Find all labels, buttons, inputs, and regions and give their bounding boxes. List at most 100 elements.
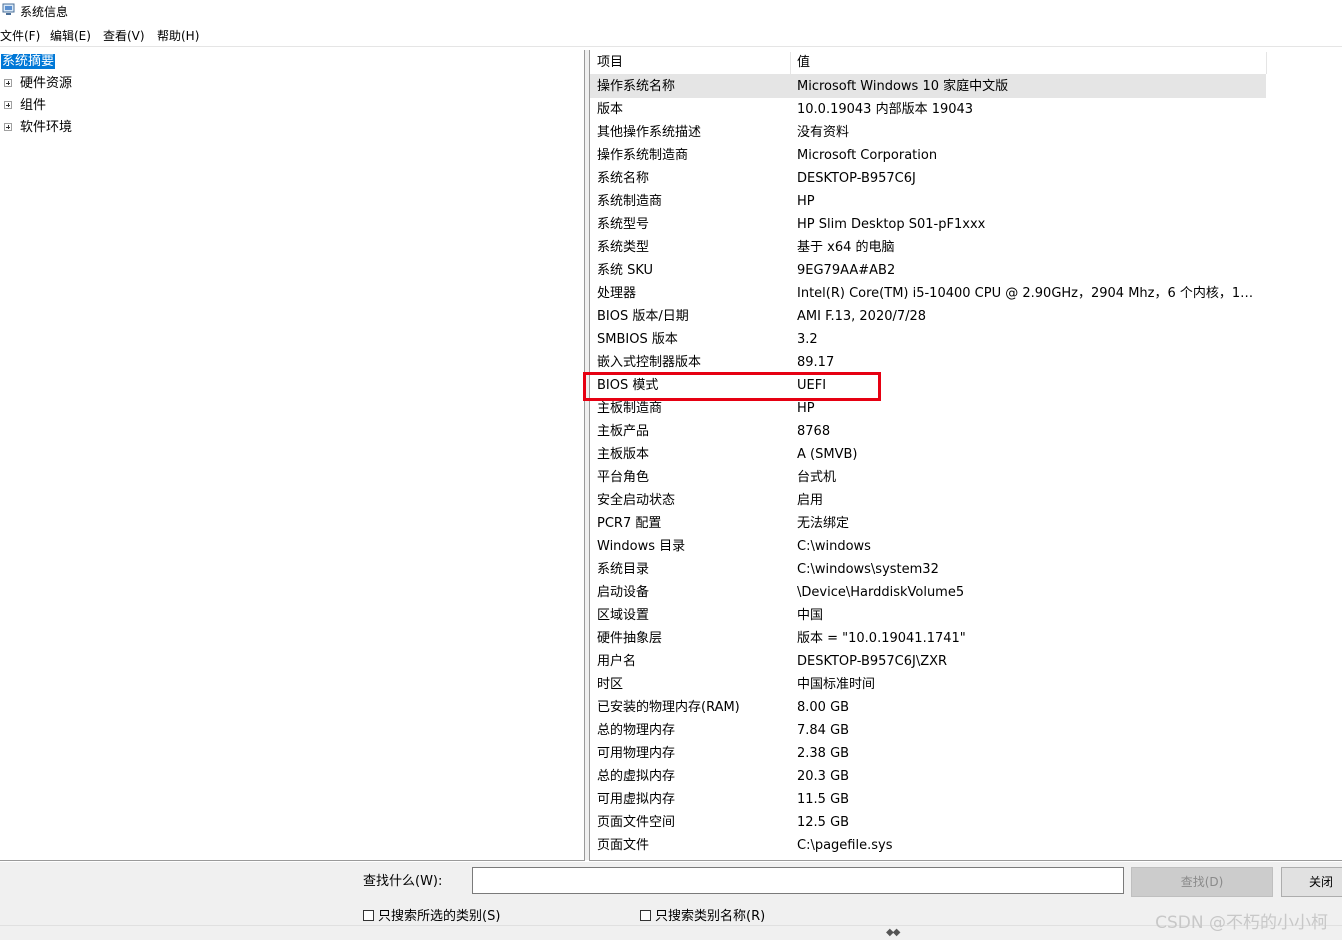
row-item-name: 总的虚拟内存 [597, 769, 676, 784]
menu-divider [0, 46, 1342, 47]
row-item-value: 10.0.19043 内部版本 19043 [797, 102, 974, 117]
table-row[interactable]: PCR7 配置 无法绑定 [590, 512, 1266, 535]
table-row[interactable]: 硬件抽象层 版本 = "10.0.19041.1741" [590, 627, 1266, 650]
search-selected-category-checkbox[interactable]: 只搜索所选的类别(S) [363, 905, 500, 924]
row-item-value: UEFI [797, 378, 827, 393]
table-row[interactable]: 时区 中国标准时间 [590, 673, 1266, 696]
row-item-name: 系统类型 [597, 240, 650, 255]
category-tree[interactable]: 系统摘要 硬件资源 组件 软件环境 [0, 50, 585, 861]
row-item-value: C:\pagefile.sys [797, 838, 893, 853]
tree-item-label: 软件环境 [20, 120, 73, 135]
table-row[interactable]: 启动设备 \Device\HarddiskVolume5 [590, 581, 1266, 604]
row-item-name: Windows 目录 [597, 539, 686, 554]
table-row[interactable]: 可用虚拟内存 11.5 GB [590, 788, 1266, 811]
table-row[interactable]: BIOS 版本/日期 AMI F.13, 2020/7/28 [590, 305, 1266, 328]
row-item-value: 中国标准时间 [797, 677, 876, 692]
row-item-value: C:\windows\system32 [797, 562, 939, 577]
row-item-name: 操作系统名称 [597, 79, 676, 94]
table-row[interactable]: 系统目录 C:\windows\system32 [590, 558, 1266, 581]
row-item-name: 主板产品 [597, 424, 650, 439]
status-strip [0, 925, 1342, 940]
table-row[interactable]: 主板产品 8768 [590, 420, 1266, 443]
expand-plus-icon[interactable] [4, 123, 12, 131]
table-row[interactable]: 总的物理内存 7.84 GB [590, 719, 1266, 742]
row-item-value: Microsoft Windows 10 家庭中文版 [797, 79, 1009, 94]
tree-item-hardware-resources[interactable]: 硬件资源 [4, 74, 72, 94]
row-item-value: 3.2 [797, 332, 818, 347]
row-item-name: 时区 [597, 677, 624, 692]
table-row[interactable]: 平台角色 台式机 [590, 466, 1266, 489]
row-item-value: 8.00 GB [797, 700, 850, 715]
row-item-name: 安全启动状态 [597, 493, 676, 508]
expand-plus-icon[interactable] [4, 101, 12, 109]
tree-item-software-environment[interactable]: 软件环境 [4, 118, 73, 138]
table-row[interactable]: 已安装的物理内存(RAM) 8.00 GB [590, 696, 1266, 719]
row-item-name: 已安装的物理内存(RAM) [597, 700, 740, 715]
table-row[interactable]: Windows 目录 C:\windows [590, 535, 1266, 558]
column-separator[interactable] [1266, 52, 1267, 74]
row-item-value: 8768 [797, 424, 831, 439]
row-item-name: 系统型号 [597, 217, 650, 232]
row-item-value: HP [797, 401, 815, 416]
close-button[interactable]: 关闭 [1281, 867, 1342, 897]
table-row[interactable]: 系统型号 HP Slim Desktop S01-pF1xxx [590, 213, 1266, 236]
table-row[interactable]: 安全启动状态 启用 [590, 489, 1266, 512]
find-what-input[interactable] [472, 867, 1124, 894]
title-bar: 系统信息 [0, 0, 1342, 22]
checkbox-label: 只搜索类别名称(R) [655, 909, 766, 924]
find-button[interactable]: 查找(D) [1131, 867, 1273, 897]
row-item-value: 11.5 GB [797, 792, 850, 807]
table-row[interactable]: 嵌入式控制器版本 89.17 [590, 351, 1266, 374]
checkbox-box[interactable] [640, 910, 651, 921]
menu-file[interactable]: 文件(F) [0, 27, 40, 44]
resize-grip-icon[interactable]: ◆◆ [886, 927, 900, 938]
column-header-value[interactable]: 值 [790, 52, 1266, 74]
expand-plus-icon[interactable] [4, 79, 12, 87]
table-row[interactable]: 页面文件 C:\pagefile.sys [590, 834, 1266, 857]
row-item-name: 区域设置 [597, 608, 650, 623]
table-row[interactable]: 系统类型 基于 x64 的电脑 [590, 236, 1266, 259]
system-information-icon [2, 3, 15, 15]
row-item-value: 89.17 [797, 355, 835, 370]
row-item-name: 嵌入式控制器版本 [597, 355, 702, 370]
column-header-item[interactable]: 项目 [590, 52, 790, 74]
table-row[interactable]: 版本 10.0.19043 内部版本 19043 [590, 98, 1266, 121]
tree-item-components[interactable]: 组件 [4, 96, 47, 116]
table-row[interactable]: 总的虚拟内存 20.3 GB [590, 765, 1266, 788]
row-item-name: 总的物理内存 [597, 723, 676, 738]
table-row[interactable]: 处理器 Intel(R) Core(TM) i5-10400 CPU @ 2.90… [590, 282, 1266, 305]
menu-view[interactable]: 查看(V) [103, 27, 145, 44]
table-row[interactable]: 主板版本 A (SMVB) [590, 443, 1266, 466]
row-item-value: A (SMVB) [797, 447, 858, 462]
checkbox-box[interactable] [363, 910, 374, 921]
menu-help[interactable]: 帮助(H) [157, 27, 199, 44]
table-row[interactable]: 区域设置 中国 [590, 604, 1266, 627]
table-row[interactable]: 操作系统制造商 Microsoft Corporation [590, 144, 1266, 167]
table-row[interactable]: 系统 SKU 9EG79AA#AB2 [590, 259, 1266, 282]
tree-item-system-summary[interactable]: 系统摘要 [1, 52, 56, 72]
details-list[interactable]: 项目 值 操作系统名称 Microsoft Windows 10 家庭中文版版本 1… [589, 50, 1342, 861]
row-item-name: BIOS 版本/日期 [597, 309, 689, 324]
table-row[interactable]: 系统名称 DESKTOP-B957C6J [590, 167, 1266, 190]
row-item-name: 页面文件空间 [597, 815, 676, 830]
table-row[interactable]: BIOS 模式 UEFI [590, 374, 1266, 397]
row-item-name: 其他操作系统描述 [597, 125, 702, 140]
row-item-name: PCR7 配置 [597, 516, 662, 531]
table-row[interactable]: 用户名 DESKTOP-B957C6J\ZXR [590, 650, 1266, 673]
table-row[interactable]: 其他操作系统描述 没有资料 [590, 121, 1266, 144]
search-category-names-checkbox[interactable]: 只搜索类别名称(R) [640, 905, 765, 924]
tree-item-label: 组件 [20, 98, 47, 113]
table-row[interactable]: 操作系统名称 Microsoft Windows 10 家庭中文版 [590, 75, 1266, 98]
table-row[interactable]: 系统制造商 HP [590, 190, 1266, 213]
table-row[interactable]: 可用物理内存 2.38 GB [590, 742, 1266, 765]
find-what-label: 查找什么(W): [363, 874, 443, 889]
row-item-value: 中国 [797, 608, 824, 623]
row-item-value: 没有资料 [797, 125, 850, 140]
row-item-value: 20.3 GB [797, 769, 850, 784]
table-row[interactable]: 页面文件空间 12.5 GB [590, 811, 1266, 834]
table-row[interactable]: 主板制造商 HP [590, 397, 1266, 420]
table-row[interactable]: SMBIOS 版本 3.2 [590, 328, 1266, 351]
row-item-name: 主板版本 [597, 447, 650, 462]
row-item-value: AMI F.13, 2020/7/28 [797, 309, 927, 324]
menu-edit[interactable]: 编辑(E) [50, 27, 91, 44]
